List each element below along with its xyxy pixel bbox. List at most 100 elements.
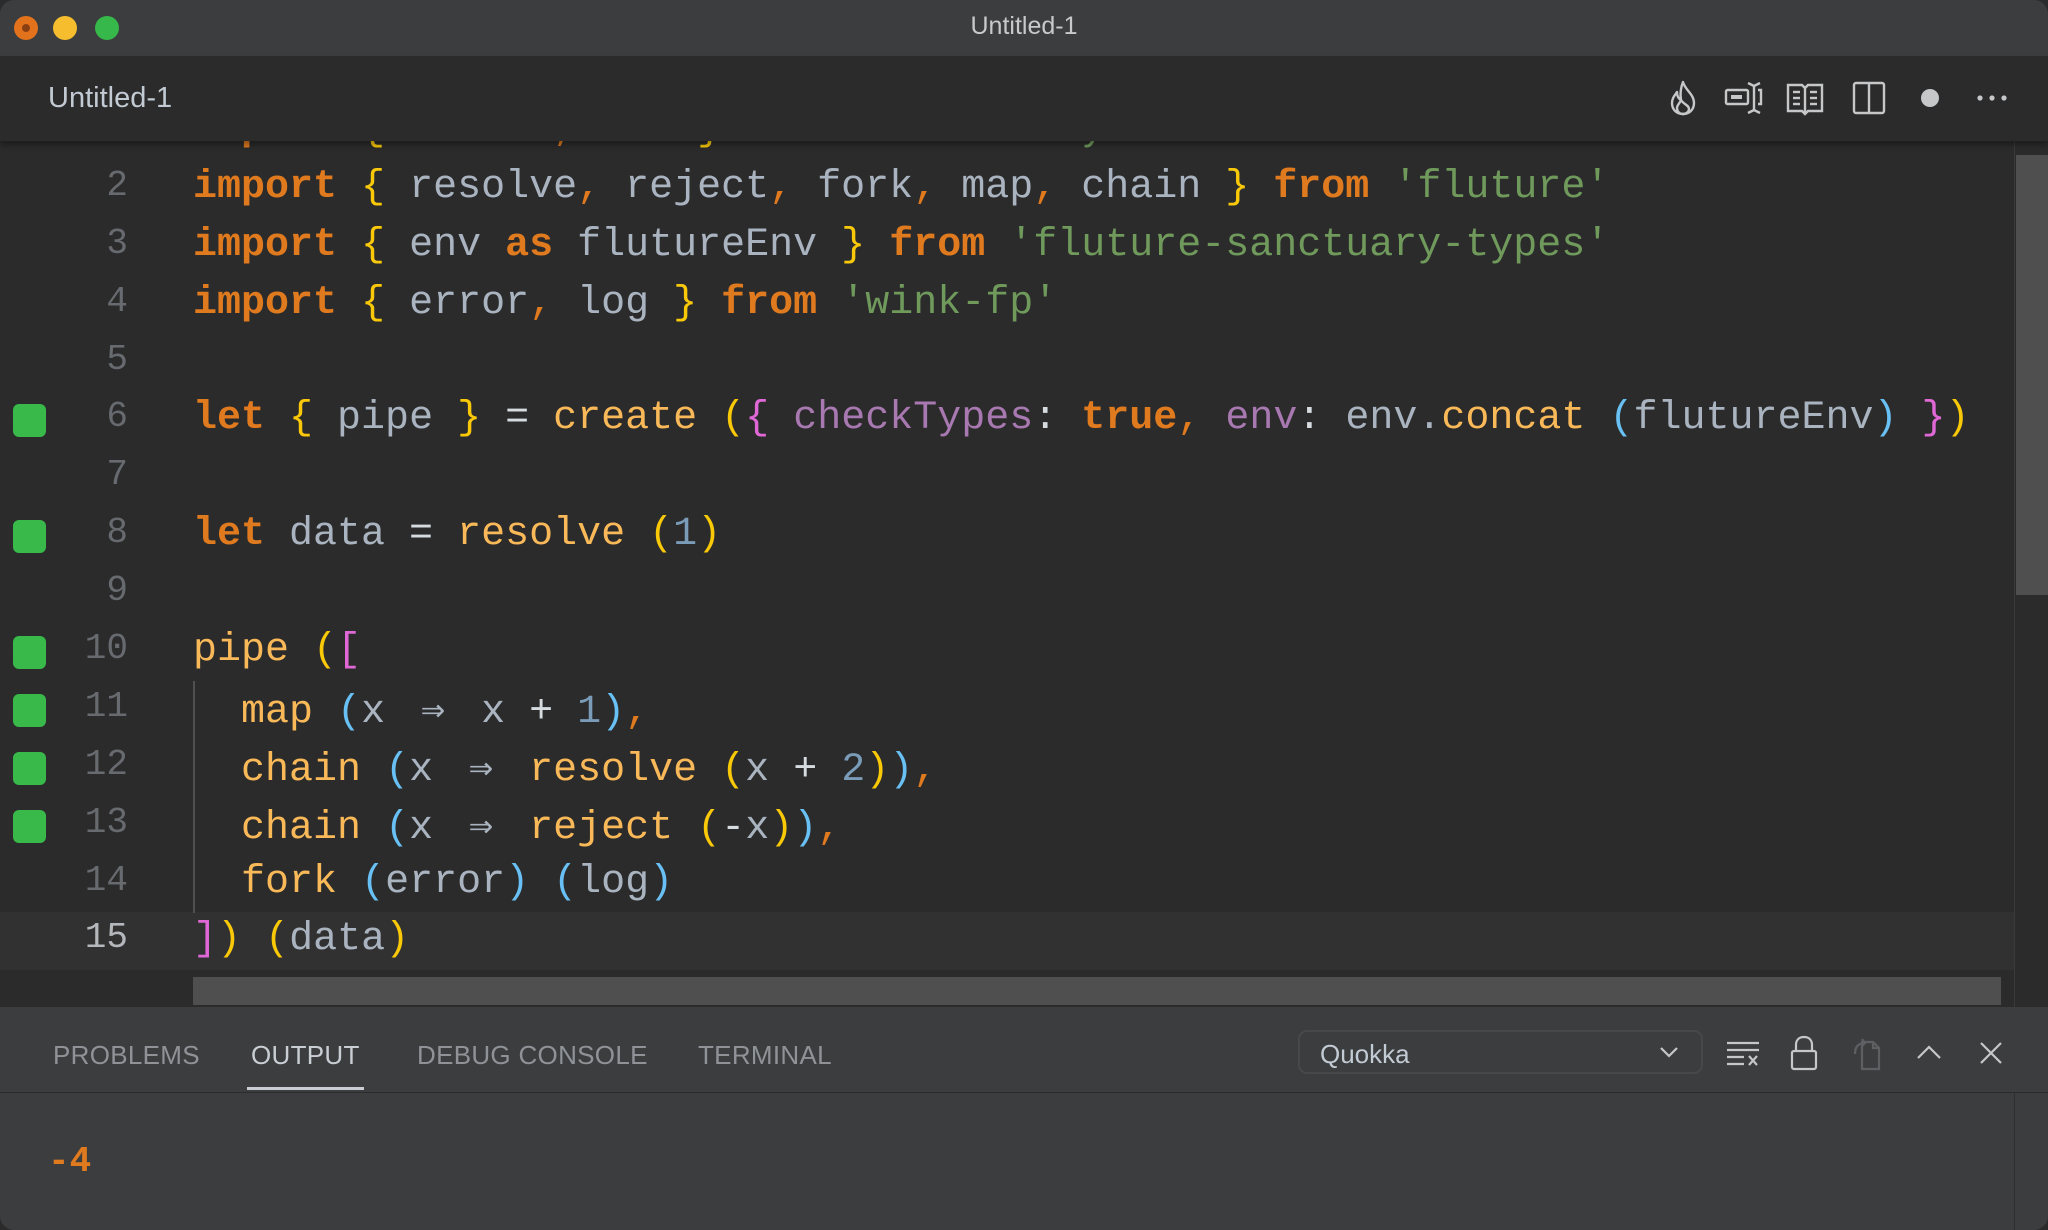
bottom-panel: PROBLEMS OUTPUT DEBUG CONSOLE TERMINAL Q… (0, 1007, 2048, 1230)
code-token: chain (1057, 164, 1226, 210)
code-token: log (553, 280, 674, 326)
active-tab-underline (247, 1087, 364, 1090)
code-token: , (1033, 164, 1058, 210)
code-token: ( (1609, 396, 1634, 442)
more-actions-icon[interactable] (1972, 78, 2012, 118)
code-token: env (1225, 396, 1298, 442)
coverage-indicator (13, 693, 46, 727)
code-line[interactable]: 7 (0, 449, 2014, 507)
code-token: ( (553, 859, 578, 905)
line-number: 2 (106, 164, 128, 206)
chevron-up-icon[interactable] (1910, 1034, 1948, 1072)
vertical-scrollbar[interactable] (2014, 141, 2048, 1007)
code-token: ) (1873, 396, 1898, 442)
code-token: ) (649, 859, 674, 905)
code-line[interactable]: 5 (0, 334, 2014, 392)
code-line[interactable]: 4 import { error, log } from 'wink-fp' (0, 276, 2014, 334)
inline-value-icon[interactable] (1724, 78, 1764, 118)
code-token: , (913, 747, 938, 793)
code-token: reject (529, 805, 674, 851)
tab-untitled-1[interactable]: Untitled-1 (48, 82, 172, 115)
line-number: 9 (106, 570, 128, 612)
coverage-indicator (13, 751, 46, 785)
code-token: pipe (313, 396, 458, 442)
code-text: fork (error) (log) (193, 860, 673, 905)
code-token: 1 (577, 689, 602, 735)
code-text: import { error, log } from 'wink-fp' (193, 281, 1057, 326)
code-token: + (793, 747, 818, 793)
code-token: error (385, 859, 506, 905)
tab-debug-console[interactable]: DEBUG CONSOLE (417, 1040, 648, 1071)
code-token: , (817, 805, 842, 851)
code-token: pipe (193, 628, 290, 674)
output-content[interactable]: -4 (0, 1093, 2014, 1230)
lock-icon[interactable] (1785, 1034, 1823, 1072)
close-icon[interactable] (1972, 1034, 2010, 1072)
code-token: 'fluture' (1393, 164, 1610, 210)
code-editor[interactable]: 1 import { create, env } from 'sanctuary'… (0, 141, 2048, 1007)
code-text: map (x ⇒ x + 1), (193, 686, 649, 735)
code-token: 'wink-fp' (841, 280, 1058, 326)
vertical-scrollbar-thumb[interactable] (2016, 155, 2048, 595)
code-line[interactable]: 2 import { resolve, reject, fork, map, ch… (0, 160, 2014, 218)
code-lines[interactable]: 1 import { create, env } from 'sanctuary'… (0, 141, 2014, 971)
code-token: } (697, 141, 721, 152)
code-token: ( (721, 747, 746, 793)
split-editor-icon[interactable] (1849, 78, 1889, 118)
code-line[interactable]: 12 chain (x ⇒ resolve (x + 2)), (0, 739, 2014, 797)
open-book-icon[interactable] (1785, 78, 1825, 118)
code-line[interactable]: 13 chain (x ⇒ reject (-x)), (0, 797, 2014, 855)
code-token: ) (865, 747, 890, 793)
horizontal-scrollbar[interactable] (193, 977, 2001, 1005)
code-line[interactable]: 6 let { pipe } = create ({ checkTypes: tr… (0, 391, 2014, 449)
code-token: as (505, 222, 554, 268)
code-line[interactable]: 14 fork (error) (log) (0, 855, 2014, 913)
code-token: x (457, 689, 530, 735)
editor-tab-bar: Untitled-1 (0, 56, 2048, 141)
line-number: 11 (84, 685, 128, 727)
flame-icon[interactable] (1663, 78, 1703, 118)
tab-problems[interactable]: PROBLEMS (53, 1040, 200, 1071)
title-bar: Untitled-1 (0, 0, 2048, 56)
code-line[interactable]: 1 import { create, env } from 'sanctuary' (0, 141, 2014, 160)
code-line[interactable]: 3 import { env as flutureEnv } from 'flut… (0, 218, 2014, 276)
code-line[interactable]: 8 let data = resolve (1) (0, 507, 2014, 565)
code-text: let data = resolve (1) (193, 512, 721, 557)
line-number: 5 (106, 338, 128, 380)
code-token: = (385, 512, 458, 558)
code-line[interactable]: 9 (0, 565, 2014, 623)
code-token: [ (337, 628, 362, 674)
code-token: } (673, 280, 698, 326)
code-token: let (193, 396, 266, 442)
code-token: 2 (841, 747, 866, 793)
code-token: } (457, 396, 482, 442)
open-log-file-icon[interactable] (1848, 1034, 1886, 1072)
tab-terminal[interactable]: TERMINAL (698, 1040, 832, 1071)
code-line[interactable]: 11 map (x ⇒ x + 1), (0, 681, 2014, 739)
output-channel-select[interactable]: Quokka (1298, 1030, 1703, 1074)
window-title: Untitled-1 (970, 12, 1078, 40)
code-token: ) (1945, 396, 1970, 442)
panel-scrollbar-track[interactable] (2014, 1093, 2015, 1230)
code-line[interactable]: 15]) (data) (0, 912, 2014, 971)
unsaved-dot-icon[interactable] (1910, 78, 1950, 118)
code-line[interactable]: 10 pipe ([ (0, 623, 2014, 681)
clear-output-icon[interactable] (1724, 1034, 1762, 1072)
code-token: resolve (529, 747, 698, 793)
tab-output[interactable]: OUTPUT (251, 1040, 360, 1071)
code-token: ) (385, 917, 410, 963)
